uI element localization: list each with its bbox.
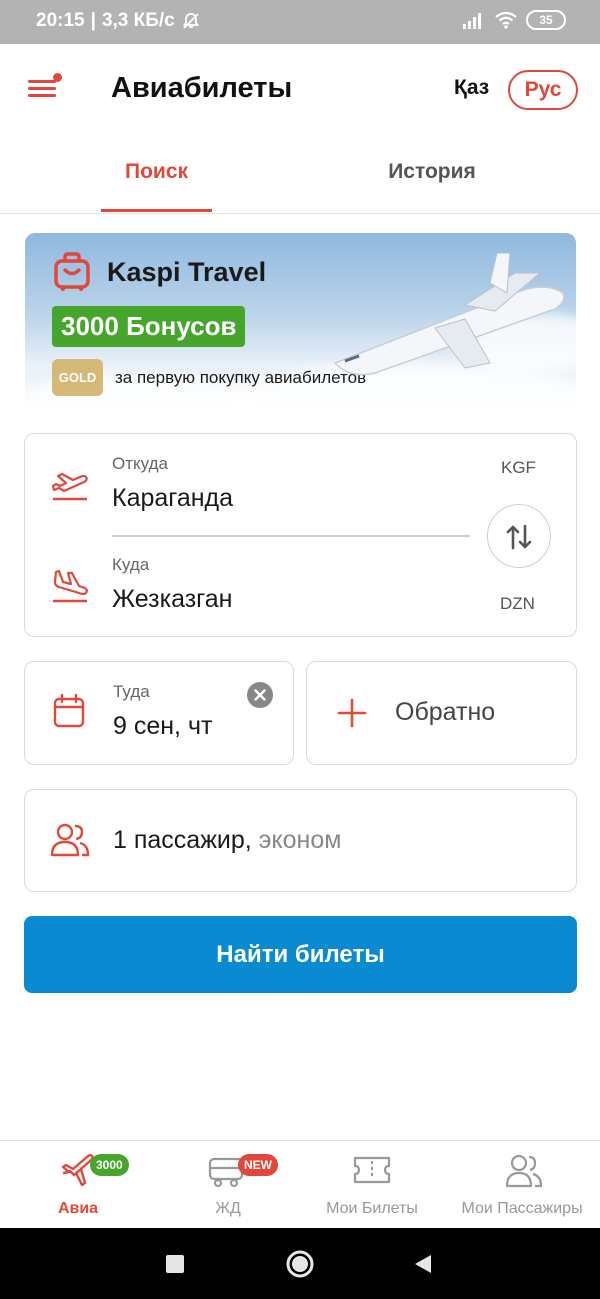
back-icon[interactable] [413, 1254, 433, 1274]
swap-arrows-icon [506, 524, 532, 550]
tab-search[interactable]: Поиск [101, 160, 212, 184]
bottom-nav: 3000 ₸ Авиа NEW ЖД Мои Билеты Мои Пассаж… [0, 1140, 600, 1228]
departure-date-field[interactable]: Туда 9 сен, чт [24, 661, 294, 765]
banner-bonus: 3000 Бонусов [52, 306, 246, 347]
lang-rus-button[interactable]: Рус [508, 70, 578, 110]
promo-banner[interactable]: Kaspi Travel 3000 Бонусов GOLD за первую… [25, 233, 576, 409]
page-title: Авиабилеты [111, 72, 293, 104]
banner-brand: Kaspi Travel [107, 257, 267, 287]
route-divider [112, 535, 470, 537]
wifi-icon [495, 11, 517, 29]
active-tab-indicator [101, 209, 212, 212]
lang-kaz-button[interactable]: Қаз [454, 76, 489, 100]
airplane-illustration-icon [333, 253, 565, 376]
status-net-speed: 3,3 КБ/с [101, 10, 175, 31]
passenger-count: 1 пассажир, [113, 826, 252, 854]
find-tickets-button[interactable]: Найти билеты [24, 916, 577, 993]
departure-label: Туда [113, 682, 150, 701]
cabin-class: эконом [251, 826, 342, 854]
status-separator: | [90, 10, 96, 31]
from-label: Откуда [112, 454, 168, 473]
to-city-input[interactable]: Жезказган [112, 585, 232, 614]
tab-bar: Поиск История [0, 134, 600, 214]
close-icon [254, 689, 266, 701]
system-nav-bar [0, 1228, 600, 1299]
status-bar: 20:15 | 3,3 КБ/с 35 [0, 0, 600, 44]
status-left: 20:15 | 3,3 КБ/с [36, 10, 201, 32]
home-icon[interactable] [285, 1249, 315, 1279]
menu-button[interactable] [26, 73, 62, 104]
status-time: 20:15 [36, 10, 85, 31]
kaspi-travel-logo-icon [54, 252, 90, 291]
new-badge: NEW [238, 1154, 278, 1176]
ticket-icon [353, 1156, 391, 1184]
takeoff-icon [51, 472, 88, 501]
clear-date-button[interactable] [247, 682, 273, 708]
calendar-icon [53, 694, 85, 728]
nav-item-my-tickets[interactable]: Мои Билеты [316, 1141, 428, 1229]
return-date-field[interactable]: Обратно [306, 661, 577, 765]
signal-icon [463, 13, 481, 29]
menu-icon-bar [28, 87, 56, 90]
nav-item-avia[interactable]: 3000 ₸ Авиа [28, 1141, 129, 1229]
plus-icon [337, 698, 367, 728]
gold-badge: GOLD [52, 359, 103, 396]
route-card: Откуда Караганда KGF Куда Жезказган DZN [24, 433, 577, 637]
nav-label-train: ЖД [215, 1200, 241, 1217]
passengers-icon [50, 823, 90, 857]
nav-item-my-passengers[interactable]: Мои Пассажиры [448, 1141, 596, 1229]
to-code: DZN [500, 594, 535, 613]
menu-icon-bar [28, 94, 56, 97]
notification-dot [53, 73, 62, 82]
passengers-field[interactable]: 1 пассажир, эконом [24, 789, 577, 892]
to-label: Куда [112, 555, 150, 574]
menu-icon [28, 80, 56, 83]
app-header: Авиабилеты Қаз Рус [0, 44, 600, 134]
nav-label-my-passengers: Мои Пассажиры [461, 1200, 583, 1217]
passengers-icon [505, 1154, 543, 1188]
battery-indicator: 35 [526, 10, 566, 30]
recents-icon[interactable] [166, 1255, 184, 1273]
nav-item-train[interactable]: NEW ЖД [180, 1141, 278, 1229]
nav-label-avia: Авиа [57, 1200, 99, 1217]
passengers-summary: 1 пассажир, эконом [113, 826, 341, 855]
swap-route-button[interactable] [487, 504, 551, 568]
nav-label-my-tickets: Мои Билеты [326, 1200, 418, 1217]
status-right: 35 [462, 10, 566, 30]
from-code: KGF [501, 458, 536, 477]
tab-history[interactable]: История [360, 160, 504, 184]
landing-icon [53, 569, 88, 603]
return-label: Обратно [395, 698, 496, 726]
departure-date-value: 9 сен, чт [113, 712, 213, 740]
mute-bell-icon [182, 13, 200, 29]
bonus-badge: 3000 ₸ [90, 1154, 129, 1194]
from-city-input[interactable]: Караганда [112, 484, 233, 513]
